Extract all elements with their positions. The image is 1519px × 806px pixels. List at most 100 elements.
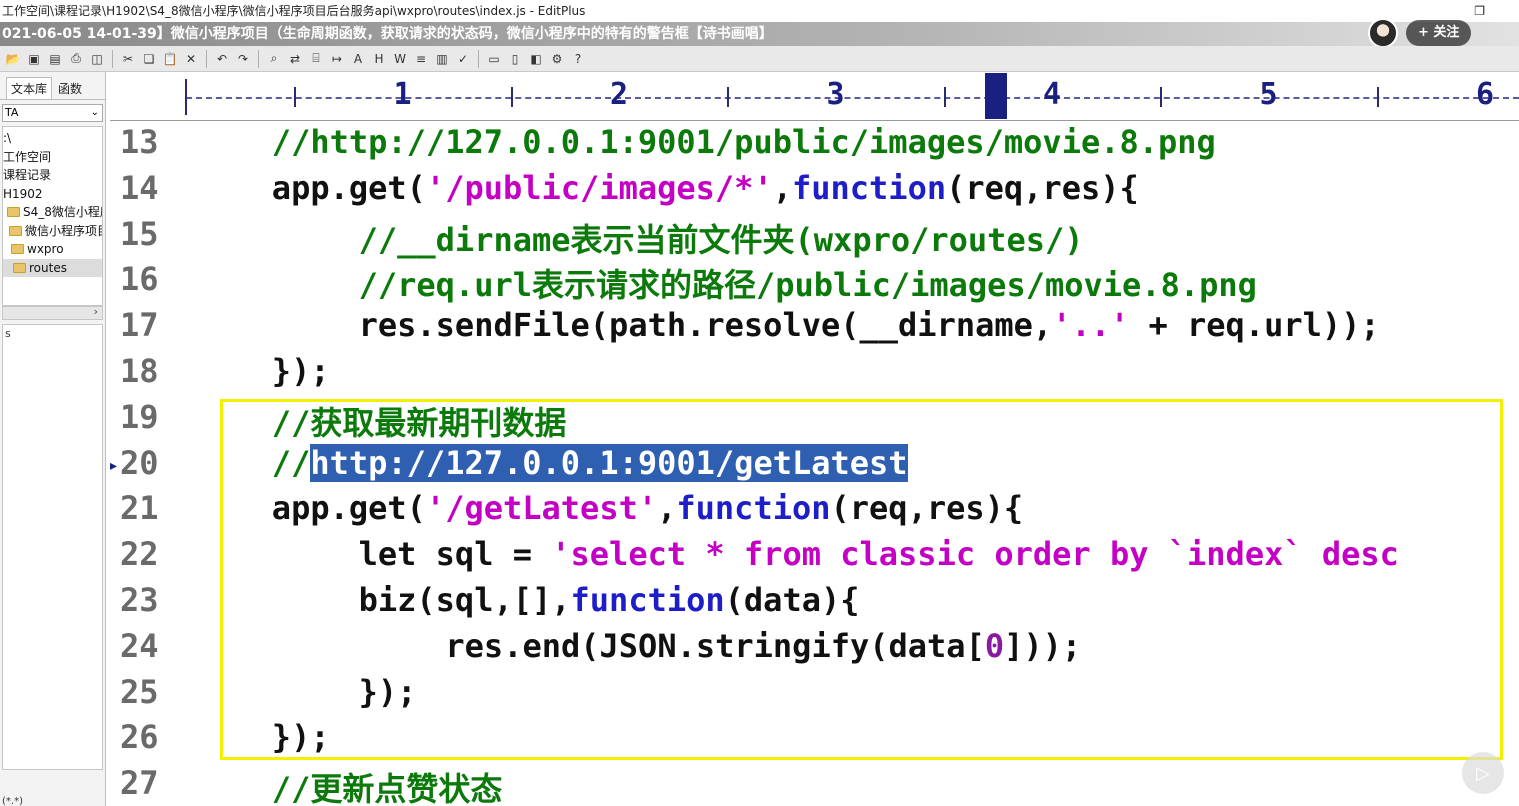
window-title: 工作空间\课程记录\H1902\S4_8微信小程序\微信小程序项目后台服务api…	[2, 4, 586, 18]
tree-item[interactable]: 课程记录	[3, 166, 102, 185]
replace-icon[interactable]: ⇄	[286, 50, 304, 68]
code-token: 0	[984, 626, 1005, 665]
line-number: 19	[120, 397, 159, 436]
line-number: 20	[120, 443, 159, 482]
tree-item-label: 工作空间	[3, 149, 52, 164]
play-button[interactable]: ▷	[1462, 752, 1504, 794]
toolbar-separator	[478, 49, 479, 68]
selected-text: http://127.0.0.1:9001/getLatest	[310, 443, 908, 482]
sidebar-tabs: 文本库 函数	[0, 72, 105, 100]
column-icon[interactable]: ▥	[433, 50, 451, 68]
code-token: '..'	[1052, 306, 1130, 345]
line-number: 23	[120, 581, 159, 619]
line-number: 26	[120, 718, 159, 757]
code-line[interactable]: biz(sql,[],function(data){	[359, 581, 860, 619]
line-number: 25	[120, 672, 159, 711]
code-line[interactable]: //req.url表示请求的路径/public/images/movie.8.p…	[359, 260, 1257, 306]
tree-item-label: routes	[29, 260, 67, 275]
tree-item[interactable]: routes	[3, 258, 102, 277]
chevron-down-icon[interactable]: ⌄	[91, 105, 99, 121]
folder-icon	[7, 207, 20, 218]
paste-icon[interactable]: 📋	[161, 50, 179, 68]
print-icon[interactable]: ⎙	[67, 50, 85, 68]
hex-icon[interactable]: H	[370, 50, 388, 68]
directory-tree: :\ 工作空间课程记录 H1902 S4_8微信小程序微信小程序项目 wxpro rout…	[2, 126, 103, 306]
tab-functions[interactable]: 函数	[54, 78, 87, 99]
code-line[interactable]: //http://127.0.0.1:9001/getLatest	[271, 443, 908, 482]
restore-window-button[interactable]: ❐	[1474, 0, 1485, 22]
save-all-icon[interactable]: ▤	[46, 50, 64, 68]
code-editor[interactable]: 13 14 15 16 17 18 19 20 ▸ 21 22 23 24 25 26 27 //http:/…	[110, 121, 1519, 806]
help-icon[interactable]: ?	[569, 50, 587, 68]
screen-icon[interactable]: ▯	[506, 50, 524, 68]
code-line[interactable]: //http://127.0.0.1:9001/public/images/mo…	[272, 123, 1216, 161]
cut-icon[interactable]: ✂	[119, 50, 137, 68]
code-token: 'select * from classic order by `index` …	[551, 535, 1399, 574]
tree-item[interactable]: wxpro	[3, 240, 102, 259]
code-token: function	[570, 581, 725, 619]
code-line[interactable]: });	[272, 352, 330, 390]
window-icon[interactable]: ▭	[485, 50, 503, 68]
redo-icon[interactable]: ↷	[234, 50, 252, 68]
code-line[interactable]: app.get('/getLatest',function(req,res){	[272, 489, 1023, 527]
indent-icon[interactable]: ≡	[412, 50, 430, 68]
wordwrap-icon[interactable]: W	[391, 50, 409, 68]
code-line[interactable]: });	[359, 673, 417, 711]
open-icon[interactable]: 📂	[4, 50, 22, 68]
file-filter[interactable]: (*.*)	[2, 796, 102, 806]
tab-cliptext[interactable]: 文本库	[6, 77, 53, 99]
find-in-files-icon[interactable]: ⌸	[307, 50, 325, 68]
settings-icon[interactable]: ⚙	[548, 50, 566, 68]
drive-select[interactable]: TA ⌄	[2, 104, 103, 122]
code-line[interactable]: let sql = 'select * from classic order b…	[359, 535, 1399, 573]
code-token: '/public/images/*'	[425, 168, 773, 207]
preview-icon[interactable]: ◫	[88, 50, 106, 68]
code-token: //__dirname表示当前文件夹(wxpro/routes/)	[358, 220, 1084, 259]
code-line[interactable]: //更新点赞状态	[272, 764, 503, 806]
toolbar: 📂 ▣ ▤ ⎙ ◫ ✂ ❏ 📋 ✕ ↶ ↷ ⌕ ⇄ ⌸ ↦ A H W ≡ ▥ ✓ ▭ ▯ ◧ ⚙?	[0, 46, 1519, 72]
tree-horizontal-scrollbar[interactable]: ›	[2, 305, 103, 320]
code-line[interactable]: res.sendFile(path.resolve(__dirname,'..'…	[359, 306, 1380, 344]
code-token: res.sendFile(path.resolve(__dirname,	[358, 306, 1053, 345]
tree-item-label: 微信小程序项目	[25, 223, 102, 238]
avatar[interactable]	[1368, 18, 1398, 48]
ruler-dash-line	[186, 97, 1519, 99]
code-line[interactable]: });	[272, 718, 330, 756]
chevron-right-icon[interactable]: ›	[94, 305, 98, 318]
line-number: 27	[120, 764, 159, 803]
code-token: //	[271, 443, 311, 482]
code-line[interactable]: app.get('/public/images/*',function(req,…	[272, 169, 1139, 207]
code-token: app.get(	[271, 489, 426, 528]
follow-button[interactable]: + 关注	[1406, 20, 1472, 46]
goto-icon[interactable]: ↦	[328, 50, 346, 68]
ruler-number: 6	[1476, 77, 1495, 112]
find-icon[interactable]: ⌕	[265, 50, 283, 68]
line-number: 15	[120, 214, 159, 253]
tree-item[interactable]: :\	[3, 129, 102, 148]
browser-icon[interactable]: ◧	[527, 50, 545, 68]
font-icon[interactable]: A	[349, 50, 367, 68]
file-list-header: s	[5, 327, 11, 340]
save-icon[interactable]: ▣	[25, 50, 43, 68]
tree-item[interactable]: H1902	[3, 185, 102, 204]
window-title-bar: 工作空间\课程记录\H1902\S4_8微信小程序\微信小程序项目后台服务api…	[0, 0, 1519, 22]
tree-item[interactable]: 微信小程序项目	[3, 222, 102, 241]
copy-icon[interactable]: ❏	[140, 50, 158, 68]
folder-icon	[11, 244, 24, 255]
code-line[interactable]: //获取最新期刊数据	[272, 398, 567, 444]
tree-item[interactable]: 工作空间	[3, 148, 102, 167]
file-list[interactable]: s	[2, 324, 103, 770]
ruler-tick	[1376, 87, 1379, 107]
delete-icon[interactable]: ✕	[182, 50, 200, 68]
code-line[interactable]: //__dirname表示当前文件夹(wxpro/routes/)	[359, 215, 1084, 261]
line-number-gutter: 13 14 15 16 17 18 19 20 ▸ 21 22 23 24 25 26 27	[110, 121, 172, 806]
line-number: 16	[120, 260, 159, 299]
toolbar-separator	[206, 49, 207, 68]
line-number: 21	[120, 489, 159, 528]
ruler-tick	[294, 87, 297, 107]
spellcheck-icon[interactable]: ✓	[454, 50, 472, 68]
ruler-number: 2	[610, 77, 629, 112]
undo-icon[interactable]: ↶	[213, 50, 231, 68]
code-line[interactable]: res.end(JSON.stringify(data[0]));	[445, 627, 1081, 665]
tree-item[interactable]: S4_8微信小程序	[3, 203, 102, 222]
